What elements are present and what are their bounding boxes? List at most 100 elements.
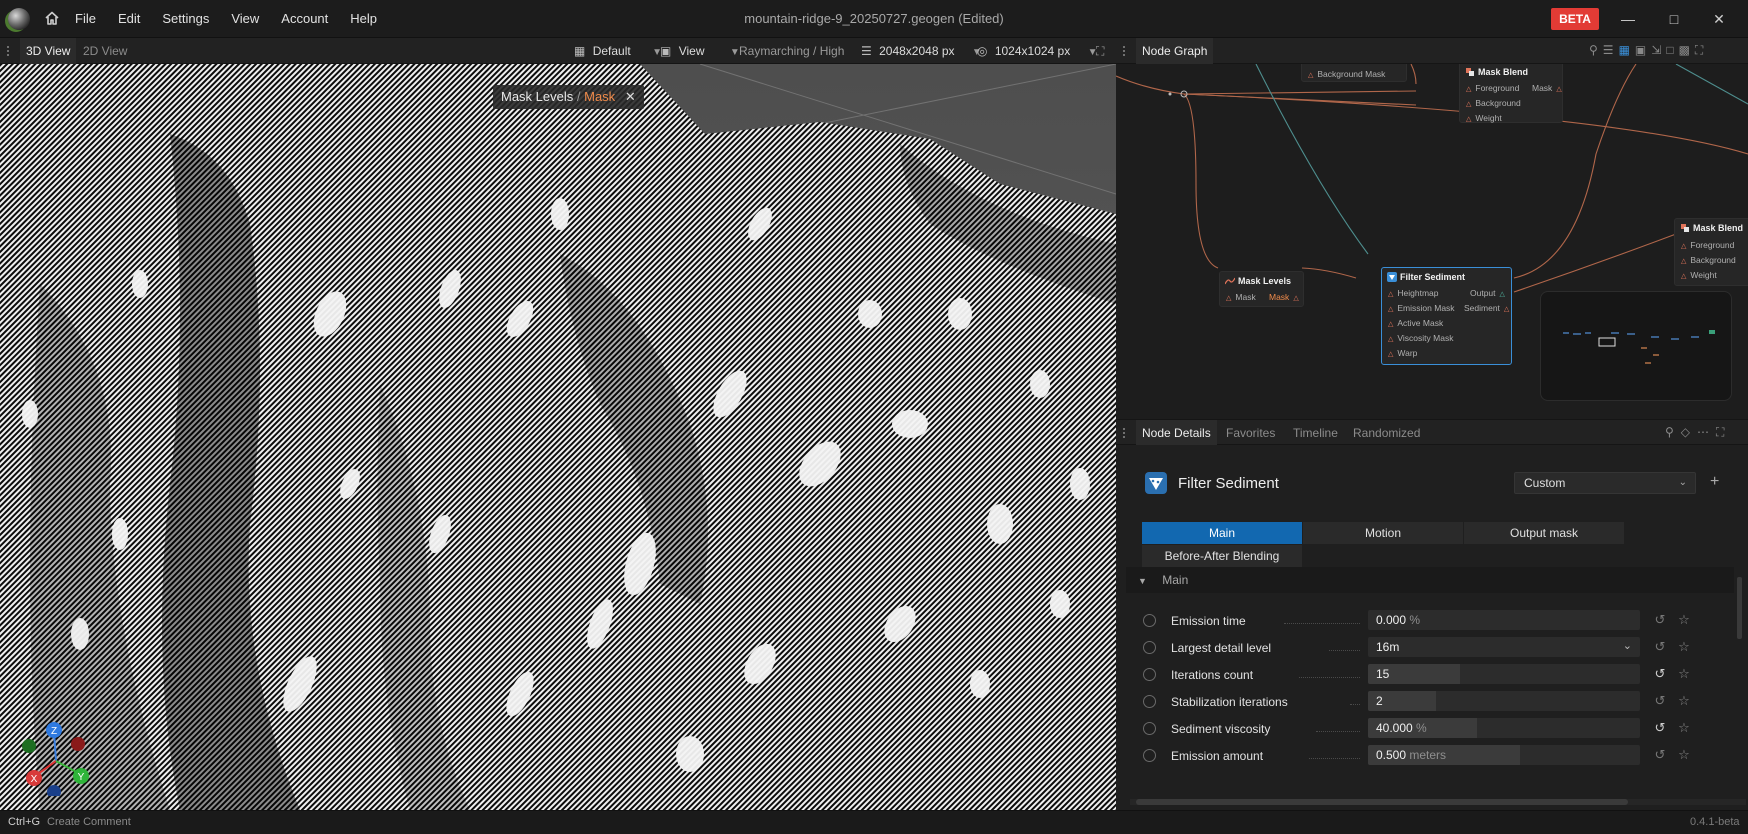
port-foreground[interactable]: △ Foreground bbox=[1466, 83, 1519, 93]
param-value-field[interactable]: 40.000 % bbox=[1368, 718, 1640, 738]
star-icon[interactable]: ☆ bbox=[1676, 666, 1692, 682]
port-background[interactable]: △ Background bbox=[1681, 255, 1736, 265]
node-graph-minimap[interactable] bbox=[1540, 291, 1732, 401]
label-leader bbox=[1284, 623, 1360, 624]
param-value-field[interactable]: 0.500 meters bbox=[1368, 745, 1640, 765]
param-radio[interactable] bbox=[1143, 722, 1156, 735]
subtab-before-after-blending[interactable]: Before-After Blending bbox=[1142, 545, 1302, 567]
port-foreground[interactable]: △ Foreground bbox=[1681, 240, 1734, 250]
port-output[interactable]: Output △ bbox=[1470, 288, 1509, 298]
param-radio[interactable] bbox=[1143, 749, 1156, 762]
close-icon[interactable]: ✕ bbox=[625, 89, 636, 104]
close-icon[interactable]: ✕ bbox=[1708, 8, 1730, 30]
param-value-field[interactable]: 2 bbox=[1368, 691, 1640, 711]
port-sediment[interactable]: Sediment △ bbox=[1464, 303, 1513, 313]
node-filter-sediment[interactable]: Filter Sediment △ Heightmap △ Emission Mas… bbox=[1381, 267, 1512, 365]
label-leader bbox=[1316, 731, 1360, 732]
breadcrumb-node[interactable]: Mask Levels bbox=[501, 89, 573, 104]
preview-resolution-dropdown[interactable]: ◎ 1024x1024 px ▼ bbox=[977, 38, 1097, 64]
node-mask-blend-right[interactable]: Mask Blend △ Foreground △ Background △ Weig… bbox=[1674, 218, 1748, 286]
subtab-output-mask[interactable]: Output mask bbox=[1464, 522, 1624, 544]
port-heightmap[interactable]: △ Heightmap bbox=[1388, 288, 1439, 298]
tab-3d-view[interactable]: 3D View bbox=[20, 38, 77, 64]
tab-2d-view[interactable]: 2D View bbox=[77, 38, 133, 64]
breadcrumb-output[interactable]: Mask bbox=[584, 89, 615, 104]
param-row: Iterations count 15 ↺ ☆ bbox=[1116, 661, 1736, 688]
star-icon[interactable]: ☆ bbox=[1676, 747, 1692, 763]
param-unit: % bbox=[1409, 613, 1421, 627]
3d-viewport[interactable]: Mask Levels / Mask ✕ Z X Y bbox=[0, 64, 1116, 810]
preset-dropdown[interactable]: ▦ Default ▼ bbox=[574, 38, 662, 64]
param-radio[interactable] bbox=[1143, 614, 1156, 627]
star-icon[interactable]: ☆ bbox=[1676, 612, 1692, 628]
node-background-mask[interactable]: △ Background Mask bbox=[1301, 64, 1407, 82]
search-icon[interactable]: ⚲ bbox=[1589, 43, 1598, 58]
node-graph-title[interactable]: Node Graph bbox=[1136, 38, 1214, 64]
frame-icon[interactable]: □ bbox=[1666, 43, 1673, 58]
list-icon[interactable]: ☰ bbox=[1603, 43, 1614, 58]
reset-icon[interactable]: ↺ bbox=[1652, 720, 1668, 736]
minimize-icon[interactable]: — bbox=[1617, 8, 1639, 30]
reset-icon[interactable]: ↺ bbox=[1652, 747, 1668, 763]
resolution-dropdown[interactable]: ☰ 2048x2048 px ▼ bbox=[861, 38, 982, 64]
drag-handle-icon[interactable] bbox=[1122, 45, 1126, 57]
mask-levels-icon bbox=[1225, 277, 1235, 285]
view-dropdown[interactable]: ▣ View ▼ bbox=[660, 38, 740, 64]
search-icon[interactable]: ⚲ bbox=[1665, 425, 1674, 440]
port-background[interactable]: △ Background bbox=[1466, 98, 1521, 108]
add-icon[interactable]: + bbox=[1710, 472, 1719, 492]
port-viscosity-mask[interactable]: △ Viscosity Mask bbox=[1388, 333, 1453, 343]
port-mask-output[interactable]: Mask △ bbox=[1269, 292, 1303, 302]
layout-icon[interactable]: ▣ bbox=[1635, 43, 1646, 58]
subtab-motion[interactable]: Motion bbox=[1303, 522, 1463, 544]
reset-icon[interactable]: ↺ bbox=[1652, 693, 1668, 709]
orientation-gizmo[interactable]: Z X Y bbox=[16, 716, 96, 796]
chevron-down-icon: ⌄ bbox=[1622, 640, 1632, 652]
expand-icon[interactable]: ⛶ bbox=[1716, 425, 1724, 440]
port-background-mask[interactable]: △ Background Mask bbox=[1308, 69, 1385, 79]
param-value-field[interactable]: 15 bbox=[1368, 664, 1640, 684]
port-emission-mask[interactable]: △ Emission Mask bbox=[1388, 303, 1455, 313]
expand-icon[interactable]: ⛶ bbox=[1695, 43, 1703, 58]
port-mask-input[interactable]: △ Mask bbox=[1226, 292, 1256, 302]
preset-select[interactable]: Custom ⌄ bbox=[1514, 472, 1696, 494]
reset-icon[interactable]: ↺ bbox=[1652, 612, 1668, 628]
port-mask-output[interactable]: Mask △ bbox=[1532, 83, 1566, 93]
param-radio[interactable] bbox=[1143, 695, 1156, 708]
more-icon[interactable]: ⋯ bbox=[1697, 425, 1709, 440]
drag-handle-icon[interactable] bbox=[1122, 427, 1126, 439]
collapse-icon[interactable]: ⇲ bbox=[1651, 43, 1661, 58]
section-main[interactable]: ▼ Main bbox=[1126, 567, 1734, 593]
param-value-select[interactable]: 16m ⌄ bbox=[1368, 637, 1640, 657]
param-value-field[interactable]: 0.000 % bbox=[1368, 610, 1640, 630]
node-graph-canvas[interactable]: △ Background Mask Mask Blend △ Foreground … bbox=[1116, 64, 1748, 419]
star-icon[interactable]: ☆ bbox=[1676, 693, 1692, 709]
star-icon[interactable]: ☆ bbox=[1676, 639, 1692, 655]
maximize-icon[interactable]: □ bbox=[1663, 8, 1685, 30]
tab-favorites[interactable]: Favorites bbox=[1220, 420, 1281, 446]
tab-timeline[interactable]: Timeline bbox=[1287, 420, 1344, 446]
fullscreen-icon[interactable]: ⛶ bbox=[1096, 38, 1104, 64]
port-warp[interactable]: △ Warp bbox=[1388, 348, 1417, 358]
reset-icon[interactable]: ↺ bbox=[1652, 639, 1668, 655]
tab-randomized[interactable]: Randomized bbox=[1347, 420, 1426, 446]
vertical-scrollbar[interactable] bbox=[1737, 577, 1742, 639]
tab-node-details[interactable]: Node Details bbox=[1136, 420, 1217, 446]
render-mode[interactable]: Raymarching / High bbox=[739, 38, 844, 64]
horizontal-scrollbar[interactable] bbox=[1136, 799, 1628, 805]
subtab-main[interactable]: Main bbox=[1142, 522, 1302, 544]
param-radio[interactable] bbox=[1143, 668, 1156, 681]
grid-icon[interactable]: ▦ bbox=[1619, 43, 1630, 58]
diamond-icon[interactable]: ◇ bbox=[1681, 425, 1690, 440]
node-mask-levels[interactable]: Mask Levels △ Mask Mask △ bbox=[1219, 271, 1304, 307]
port-active-mask[interactable]: △ Active Mask bbox=[1388, 318, 1443, 328]
select-icon[interactable]: ▩ bbox=[1679, 43, 1690, 58]
node-mask-blend-top[interactable]: Mask Blend △ Foreground △ Background △ Weig… bbox=[1459, 64, 1563, 123]
port-weight[interactable]: △ Weight bbox=[1466, 113, 1502, 123]
star-icon[interactable]: ☆ bbox=[1676, 720, 1692, 736]
shortcut-action[interactable]: Create Comment bbox=[47, 816, 131, 828]
reset-icon[interactable]: ↺ bbox=[1652, 666, 1668, 682]
port-weight[interactable]: △ Weight bbox=[1681, 270, 1717, 280]
param-radio[interactable] bbox=[1143, 641, 1156, 654]
drag-handle-icon[interactable] bbox=[6, 45, 10, 57]
